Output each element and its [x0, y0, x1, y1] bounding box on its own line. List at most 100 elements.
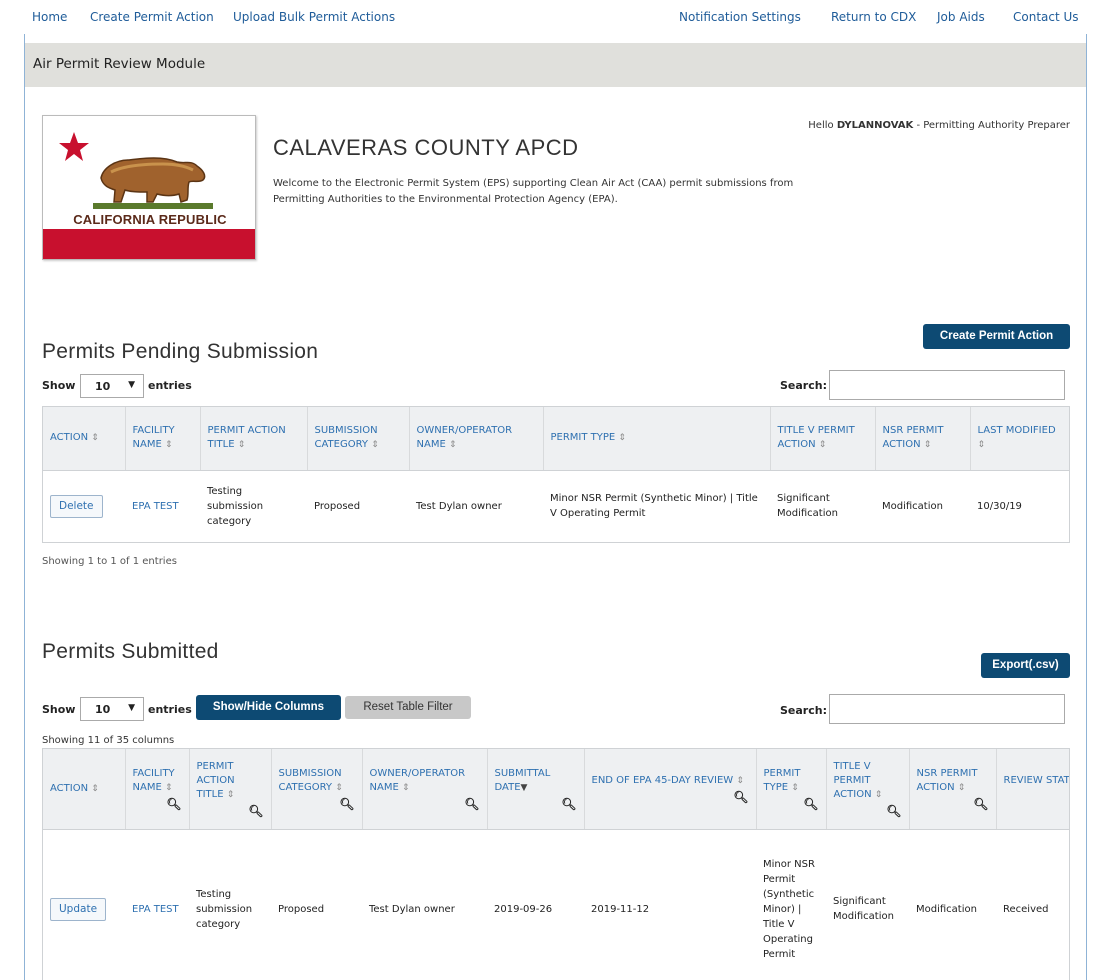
- column-filter-icon[interactable]: 🔍︎: [197, 804, 263, 818]
- pending-col-nsr[interactable]: NSR PERMIT ACTION ⇕: [875, 407, 971, 471]
- reset-table-filter-button[interactable]: Reset Table Filter: [345, 696, 471, 719]
- permit-type-cell: Minor NSR Permit (Synthetic Minor) | Tit…: [763, 858, 815, 960]
- pending-col-category[interactable]: SUBMISSION CATEGORY ⇕: [307, 407, 410, 471]
- pending-entries-select[interactable]: 10 ▼: [80, 374, 144, 398]
- submitted-header-row: ACTION ⇕ FACILITY NAME ⇕ 🔍︎ PERMIT ACTION…: [43, 749, 1070, 830]
- owner-name-cell: Test Dylan owner: [369, 903, 455, 915]
- sort-icon: ⇕: [91, 433, 99, 444]
- nav-job-aids-link[interactable]: Job Aids: [937, 10, 985, 24]
- submitted-col-category[interactable]: SUBMISSION CATEGORY ⇕ 🔍︎: [271, 749, 363, 830]
- column-filter-icon[interactable]: 🔍︎: [133, 797, 181, 811]
- pending-col-permit-type[interactable]: PERMIT TYPE ⇕: [543, 407, 771, 471]
- facility-name-link[interactable]: EPA TEST: [132, 904, 179, 915]
- greeting-username: DYLANNOVAK: [836, 120, 914, 131]
- submitted-table: ACTION ⇕ FACILITY NAME ⇕ 🔍︎ PERMIT ACTION…: [42, 748, 1070, 980]
- nav-create-permit-action-link[interactable]: Create Permit Action: [90, 10, 214, 24]
- pending-col-title[interactable]: PERMIT ACTION TITLE ⇕: [200, 407, 308, 471]
- pending-entries-label: entries: [148, 379, 192, 392]
- flag-caption: CALIFORNIA REPUBLIC: [73, 212, 227, 227]
- star-icon: [59, 132, 89, 161]
- facility-name-link[interactable]: EPA TEST: [132, 501, 179, 512]
- export-csv-button[interactable]: Export(.csv): [981, 653, 1070, 678]
- sort-icon: ⇕: [977, 440, 986, 451]
- dropdown-arrow-icon: ▼: [128, 703, 135, 713]
- pending-header-row: ACTION ⇕ FACILITY NAME ⇕ PERMIT ACTION T…: [43, 407, 1069, 471]
- submitted-entries-select[interactable]: 10 ▼: [80, 697, 144, 721]
- nav-contact-us-link[interactable]: Contact Us: [1013, 10, 1079, 24]
- submission-category-cell: Proposed: [278, 903, 325, 915]
- permit-action-title-cell: Testing submission category: [207, 485, 264, 527]
- pending-search-input[interactable]: [829, 370, 1065, 400]
- submitted-col-action[interactable]: ACTION ⇕: [43, 749, 126, 830]
- submitted-show-label: Show: [42, 703, 76, 716]
- nav-upload-bulk-link[interactable]: Upload Bulk Permit Actions: [233, 10, 395, 24]
- column-filter-icon[interactable]: 🔍︎: [279, 797, 354, 811]
- sort-icon: ⇕: [618, 433, 626, 444]
- nsr-action-cell: Modification: [916, 903, 977, 915]
- submitted-col-submittal-date[interactable]: SUBMITTAL DATE▼ 🔍︎: [487, 749, 585, 830]
- title-v-action-cell: Significant Modification: [777, 493, 838, 520]
- pending-col-facility[interactable]: FACILITY NAME ⇕: [125, 407, 201, 471]
- nav-return-to-cdx-link[interactable]: Return to CDX: [831, 10, 916, 24]
- pending-table-info: Showing 1 to 1 of 1 entries: [42, 556, 177, 567]
- greeting-role: - Permitting Authority Preparer: [913, 120, 1070, 131]
- last-modified-cell: 10/30/19: [977, 500, 1022, 512]
- sort-icon: ⇕: [448, 440, 457, 451]
- show-hide-columns-button[interactable]: Show/Hide Columns: [196, 695, 341, 720]
- table-row: Delete EPA TEST Testing submission categ…: [43, 470, 1069, 542]
- agency-name: CALAVERAS COUNTY APCD: [273, 135, 579, 160]
- nav-home-link[interactable]: Home: [32, 10, 67, 24]
- sort-icon: ⇕: [401, 782, 410, 793]
- column-filter-icon[interactable]: 🔍︎: [764, 797, 818, 811]
- delete-button[interactable]: Delete: [50, 494, 103, 518]
- column-filter-icon[interactable]: 🔍︎: [495, 797, 576, 811]
- module-title: Air Permit Review Module: [33, 56, 206, 72]
- end-review-date-cell: 2019-11-12: [591, 903, 650, 915]
- title-v-action-cell: Significant Modification: [833, 896, 894, 923]
- sort-icon: ⇕: [91, 783, 99, 794]
- dropdown-arrow-icon: ▼: [128, 380, 135, 390]
- sort-icon: ⇕: [335, 782, 343, 793]
- create-permit-action-button[interactable]: Create Permit Action: [923, 324, 1070, 349]
- sort-icon: ⇕: [923, 440, 932, 451]
- submitted-entries-label: entries: [148, 703, 192, 716]
- review-status-cell: Received: [1003, 903, 1049, 915]
- submitted-col-facility[interactable]: FACILITY NAME ⇕ 🔍︎: [125, 749, 190, 830]
- submitted-search-input[interactable]: [829, 694, 1065, 724]
- update-button[interactable]: Update: [50, 897, 107, 921]
- pending-section-title: Permits Pending Submission: [42, 340, 319, 363]
- sort-icon: ⇕: [226, 789, 235, 800]
- submission-category-cell: Proposed: [314, 500, 361, 512]
- sort-descending-icon: ▼: [520, 782, 528, 793]
- submittal-date-cell: 2019-09-26: [494, 903, 553, 915]
- submitted-col-title-v[interactable]: TITLE V PERMIT ACTION ⇕ 🔍︎: [826, 749, 910, 830]
- columns-info: Showing 11 of 35 columns: [42, 735, 175, 746]
- sort-icon: ⇕: [957, 782, 966, 793]
- column-filter-icon[interactable]: 🔍︎: [592, 790, 748, 804]
- owner-name-cell: Test Dylan owner: [416, 500, 502, 512]
- pending-col-modified[interactable]: LAST MODIFIED ⇕: [970, 407, 1069, 471]
- column-filter-icon[interactable]: 🔍︎: [834, 804, 901, 818]
- submitted-col-end-review[interactable]: END OF EPA 45-DAY REVIEW ⇕ 🔍︎: [584, 749, 757, 830]
- submitted-col-nsr[interactable]: NSR PERMIT ACTION ⇕ 🔍︎: [909, 749, 997, 830]
- submitted-col-title[interactable]: PERMIT ACTION TITLE ⇕ 🔍︎: [189, 749, 272, 830]
- permit-type-cell: Minor NSR Permit (Synthetic Minor) | Tit…: [550, 493, 758, 520]
- column-filter-icon[interactable]: 🔍︎: [917, 797, 988, 811]
- pending-col-action[interactable]: ACTION ⇕: [43, 407, 126, 471]
- greeting-prefix: Hello: [808, 120, 837, 131]
- submitted-col-owner[interactable]: OWNER/OPERATOR NAME ⇕ 🔍︎: [362, 749, 488, 830]
- pending-col-title-v[interactable]: TITLE V PERMIT ACTION ⇕: [770, 407, 876, 471]
- submitted-col-permit-type[interactable]: PERMIT TYPE ⇕ 🔍︎: [756, 749, 827, 830]
- submitted-col-review-status[interactable]: REVIEW STATUS ⇕🔍︎: [996, 749, 1070, 830]
- nsr-action-cell: Modification: [882, 500, 943, 512]
- flag-red-stripe: [43, 229, 255, 259]
- table-row: Update EPA TEST Testing submission categ…: [43, 829, 1069, 980]
- pending-col-owner[interactable]: OWNER/OPERATOR NAME ⇕: [409, 407, 544, 471]
- nav-notification-settings-link[interactable]: Notification Settings: [679, 10, 801, 24]
- top-navigation: Home Create Permit Action Upload Bulk Pe…: [24, 0, 1088, 34]
- sort-icon: ⇕: [164, 440, 173, 451]
- california-flag-image: CALIFORNIA REPUBLIC: [42, 115, 256, 260]
- column-filter-icon[interactable]: 🔍︎: [370, 797, 479, 811]
- module-header-bar: Air Permit Review Module: [25, 43, 1086, 87]
- column-filter-icon[interactable]: 🔍︎: [1004, 790, 1070, 804]
